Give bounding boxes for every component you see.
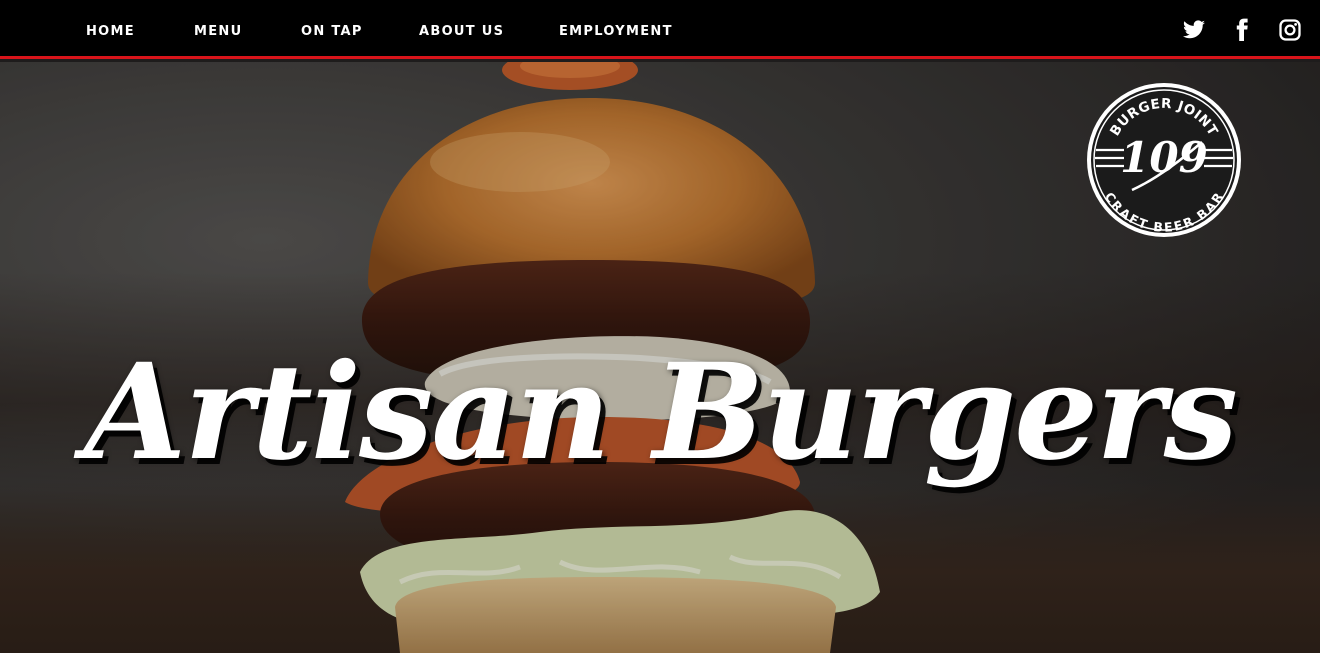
facebook-icon[interactable] <box>1230 18 1254 42</box>
logo-seal-icon: BURGER JOINT CRAFT BEER BAR 109 <box>1087 83 1241 237</box>
brand-logo[interactable]: BURGER JOINT CRAFT BEER BAR 109 <box>1084 80 1244 240</box>
top-navigation-bar: HOME MENU ON TAP ABOUT US EMPLOYMENT <box>0 0 1320 59</box>
hero-title: Artisan Burgers <box>83 335 1238 490</box>
nav-item-about-us[interactable]: ABOUT US <box>419 24 504 39</box>
nav-item-home[interactable]: HOME <box>86 24 135 39</box>
twitter-icon[interactable] <box>1182 18 1206 42</box>
nav-item-employment[interactable]: EMPLOYMENT <box>559 24 673 39</box>
nav-item-on-tap[interactable]: ON TAP <box>301 24 363 39</box>
instagram-icon[interactable] <box>1278 18 1302 42</box>
logo-number: 109 <box>1120 133 1208 182</box>
nav-item-menu[interactable]: MENU <box>194 24 242 39</box>
